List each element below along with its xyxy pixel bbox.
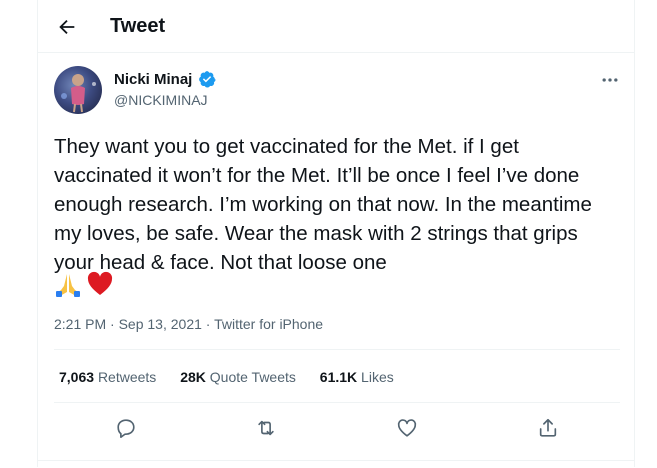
tweet-emojis	[54, 270, 114, 298]
likes-label: Likes	[361, 369, 394, 385]
quote-tweets-label: Quote Tweets	[209, 369, 296, 385]
meta-separator: ·	[201, 316, 215, 332]
like-icon[interactable]	[396, 417, 418, 439]
action-bar	[38, 409, 634, 445]
tweet-date[interactable]: Sep 13, 2021	[119, 316, 202, 332]
avatar-image-icon	[61, 74, 96, 113]
likes-count: 61.1K	[319, 369, 358, 385]
author-name[interactable]: Nicki Minaj	[114, 71, 192, 88]
tweet-column: Tweet Nicki Minaj @NICKIMINAJ They want …	[37, 0, 635, 467]
more-options-icon[interactable]	[600, 70, 620, 90]
top-bar: Tweet	[38, 0, 634, 53]
red-heart-emoji-icon	[88, 271, 113, 295]
meta-separator: ·	[106, 316, 119, 332]
divider	[54, 349, 620, 350]
retweets-count: 7,063	[59, 369, 95, 385]
tweet-time[interactable]: 2:21 PM	[54, 316, 106, 332]
author-handle[interactable]: @NICKIMINAJ	[114, 92, 208, 108]
verified-badge-icon	[199, 71, 216, 88]
engagement-stats: 7,063 Retweets 28K Quote Tweets 61.1K Li…	[59, 369, 414, 385]
divider	[54, 402, 620, 403]
page-title: Tweet	[110, 15, 166, 37]
retweets-stat[interactable]: 7,063 Retweets	[59, 369, 156, 385]
tweet-meta: 2:21 PM · Sep 13, 2021 · Twitter for iPh…	[54, 316, 323, 332]
folded-hands-emoji-icon	[56, 274, 80, 297]
quote-tweets-count: 28K	[180, 369, 206, 385]
tweet-source[interactable]: Twitter for iPhone	[214, 316, 323, 332]
reply-icon[interactable]	[115, 417, 137, 439]
retweets-label: Retweets	[97, 369, 157, 385]
share-icon[interactable]	[537, 417, 559, 439]
avatar[interactable]	[54, 66, 102, 114]
likes-stat[interactable]: 61.1K Likes	[320, 369, 394, 385]
tweet-text: They want you to get vaccinated for the …	[54, 135, 592, 274]
quote-tweets-stat[interactable]: 28K Quote Tweets	[180, 369, 296, 385]
back-arrow-icon[interactable]	[56, 16, 78, 38]
retweet-icon[interactable]	[255, 417, 277, 439]
